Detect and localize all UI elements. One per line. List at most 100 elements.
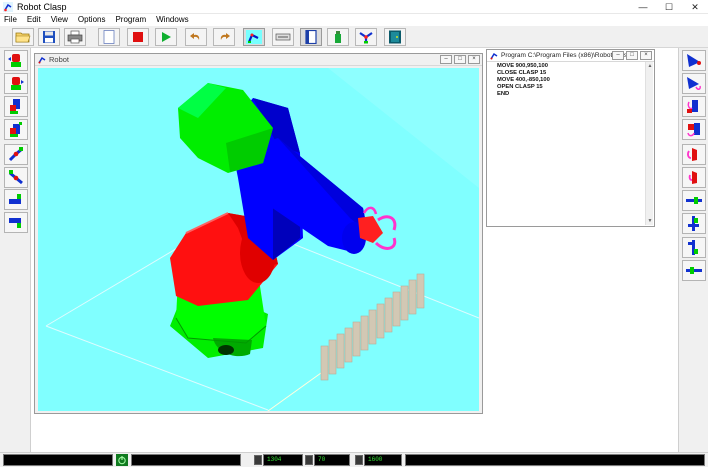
scroll-down-icon[interactable]: ▼ [646, 217, 654, 225]
exit-button[interactable] [384, 28, 406, 46]
view-iso-icon [687, 123, 700, 137]
pendant-icon [275, 33, 291, 41]
gripper-open-button[interactable] [682, 144, 706, 165]
y-coordinate-readout: 70 [314, 454, 350, 466]
view-top-button[interactable] [682, 73, 706, 94]
save-button[interactable] [38, 28, 60, 46]
maximize-button[interactable]: ☐ [656, 0, 682, 14]
redo-button[interactable] [213, 28, 235, 46]
program-close-button[interactable]: × [640, 51, 652, 60]
right-view-toolbar [678, 48, 708, 452]
undo-arrow-icon [190, 33, 200, 40]
program-window-titlebar[interactable]: Program C:\Program Files (x86)\Robot Cla… [487, 50, 654, 62]
redo-arrow-icon [220, 33, 230, 40]
code-line[interactable]: MOVE 900,950,100 [497, 63, 645, 70]
left-joint-toolbar [0, 48, 31, 452]
program-editor[interactable]: MOVE 900,950,100 CLOSE CLASP 15 MOVE 400… [497, 63, 645, 223]
program-window: Program C:\Program Files (x86)\Robot Cla… [486, 49, 655, 227]
main-toolbar [0, 26, 708, 48]
status-message-panel [3, 454, 113, 466]
robot-window: Robot – □ × [34, 53, 483, 414]
stop-square-icon [133, 32, 143, 42]
program-scrollbar[interactable]: ▲ ▼ [645, 62, 653, 225]
view-front-button[interactable] [682, 50, 706, 71]
elbow-down-button[interactable] [4, 167, 28, 188]
slide-down-icon [688, 240, 698, 255]
elbow-down-icon [9, 170, 23, 185]
menu-edit[interactable]: Edit [22, 14, 46, 26]
wrist-pitch-down-icon [9, 218, 21, 228]
slide-down-button[interactable] [682, 237, 706, 258]
robot-scene [38, 68, 479, 411]
program-minimize-button[interactable]: – [612, 51, 624, 60]
gripper-close-button[interactable] [682, 167, 706, 188]
menu-options[interactable]: Options [73, 14, 111, 26]
status-info-panel [131, 454, 241, 466]
minimize-button[interactable]: — [630, 0, 656, 14]
slide-right-icon [686, 197, 702, 204]
printer-icon [67, 30, 83, 44]
robot-3d-viewport[interactable] [38, 68, 479, 411]
rotate-base-right-icon [11, 77, 24, 90]
slide-left-button[interactable] [682, 260, 706, 281]
rotate-base-right-button[interactable] [4, 73, 28, 94]
menu-file[interactable]: File [0, 14, 22, 26]
title-bar: Robot Clasp — ☐ ✕ [0, 0, 708, 14]
print-button[interactable] [64, 28, 86, 46]
shoulder-up-button[interactable] [4, 96, 28, 117]
code-line[interactable]: MOVE 400,-850,100 [497, 77, 645, 84]
gripper-close-icon [688, 171, 697, 184]
slide-left-icon [686, 267, 702, 274]
y-axis-label-icon [305, 455, 313, 465]
code-line[interactable]: END [497, 91, 645, 98]
menu-program[interactable]: Program [110, 14, 151, 26]
stop-button[interactable] [127, 28, 149, 46]
power-icon[interactable] [116, 454, 128, 466]
run-button[interactable] [155, 28, 177, 46]
robot-window-titlebar[interactable]: Robot – □ × [35, 54, 482, 66]
program-window-icon [490, 52, 498, 59]
new-window-button[interactable] [98, 28, 120, 46]
scroll-up-icon[interactable]: ▲ [646, 62, 654, 70]
shoulder-down-button[interactable] [4, 119, 28, 140]
rotate-base-left-icon [8, 54, 21, 67]
slide-up-button[interactable] [682, 213, 706, 234]
code-line[interactable]: OPEN CLASP 15 [497, 84, 645, 91]
open-button[interactable] [12, 28, 34, 46]
status-extra-panel [405, 454, 705, 466]
slide-right-button[interactable] [682, 190, 706, 211]
wrist-pitch-up-button[interactable] [4, 189, 28, 210]
page-view-button[interactable] [300, 28, 322, 46]
shoulder-up-icon [10, 99, 20, 114]
view-side-button[interactable] [682, 96, 706, 117]
wrist-pitch-down-button[interactable] [4, 212, 28, 233]
robot-minimize-button[interactable]: – [440, 55, 452, 64]
menu-bar: File Edit View Options Program Windows [0, 14, 708, 26]
view-top-icon [687, 77, 701, 90]
view-iso-button[interactable] [682, 119, 706, 140]
bottle-button[interactable] [327, 28, 349, 46]
rotate-base-left-button[interactable] [4, 50, 28, 71]
x-coordinate-readout: 1304 [263, 454, 303, 466]
robot-arm-icon [246, 30, 262, 44]
robot-view-button[interactable] [243, 28, 265, 46]
blank-page-icon [103, 30, 115, 44]
undo-button[interactable] [185, 28, 207, 46]
robot-close-button[interactable]: × [468, 55, 480, 64]
code-line[interactable]: CLOSE CLASP 15 [497, 70, 645, 77]
menu-windows[interactable]: Windows [151, 14, 193, 26]
menu-view[interactable]: View [46, 14, 73, 26]
teach-pendant-button[interactable] [272, 28, 294, 46]
view-front-icon [687, 54, 701, 67]
program-window-title: Program C:\Program Files (x86)\Robot Cla… [501, 52, 629, 59]
gripper-icon [359, 32, 373, 44]
status-bar: 1304 70 1600 [0, 452, 708, 467]
gripper-button[interactable] [355, 28, 377, 46]
z-axis-label-icon [355, 455, 363, 465]
robot-maximize-button[interactable]: □ [454, 55, 466, 64]
robot-window-title: Robot [49, 55, 70, 64]
close-button[interactable]: ✕ [682, 0, 708, 14]
elbow-up-button[interactable] [4, 144, 28, 165]
exit-door-icon [389, 30, 401, 44]
program-maximize-button[interactable]: □ [626, 51, 638, 60]
